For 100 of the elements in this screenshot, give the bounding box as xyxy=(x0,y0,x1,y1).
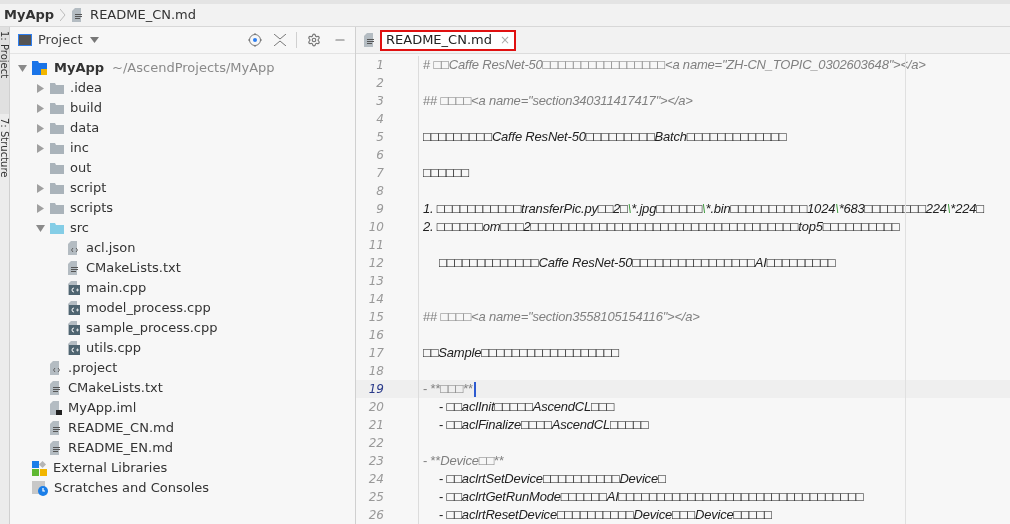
text-file-icon xyxy=(364,33,376,47)
module-folder-icon xyxy=(32,61,48,75)
tree-item[interactable]: model_process.cpp xyxy=(86,298,211,318)
cpp-file-icon xyxy=(68,341,80,355)
editor-tab[interactable]: README_CN.md × xyxy=(380,29,516,51)
folder-icon xyxy=(50,162,64,174)
module-file-icon xyxy=(50,401,62,415)
folder-icon xyxy=(50,222,64,234)
cpp-file-icon xyxy=(68,321,80,335)
tree-item[interactable]: script xyxy=(70,178,107,198)
folder-icon xyxy=(50,142,64,154)
text-file-icon xyxy=(50,421,62,435)
tree-item[interactable]: inc xyxy=(70,138,89,158)
line-number: 16 xyxy=(367,327,384,344)
cpp-file-icon xyxy=(68,301,80,315)
tree-item[interactable]: CMakeLists.txt xyxy=(86,258,181,278)
line-number: 26 xyxy=(367,507,384,524)
folder-icon xyxy=(50,202,64,214)
line-number: 15 xyxy=(367,309,384,326)
tree-item[interactable]: .idea xyxy=(70,78,102,98)
collapse-all-icon[interactable] xyxy=(274,34,286,46)
line-number: 18 xyxy=(367,363,384,380)
code-line: - □□aclrtResetDevice□□□□□□□□□□Device□□□Device□□□□□ xyxy=(438,506,772,524)
code-line: ## □□□□<a name="section3558105154116"></a> xyxy=(423,308,700,327)
collapsed-arrow-icon[interactable] xyxy=(35,83,45,93)
tree-item[interactable]: sample_process.cpp xyxy=(86,318,218,338)
line-number: 23 xyxy=(367,453,384,470)
chevron-right-icon xyxy=(60,9,67,21)
tree-item[interactable]: main.cpp xyxy=(86,278,147,298)
code-line: - □□aclrtGetRunMode□□□□□□AI□□□□□□□□□□□□□□□□□□□□□□□□□□□□□□□□ xyxy=(438,488,864,507)
breadcrumb-item[interactable]: MyApp xyxy=(4,5,55,25)
text-cursor xyxy=(473,381,476,397)
code-line: - **□□□** xyxy=(423,380,473,399)
breadcrumb-item[interactable]: README_CN.md xyxy=(90,5,197,25)
code-line: □□□□□□□□□□□□□Caffe ResNet-50□□□□□□□□□□□□□□□□AI□□□□□□□□□ xyxy=(438,254,836,273)
folder-icon xyxy=(50,122,64,134)
folder-icon xyxy=(50,182,64,194)
text-file-icon xyxy=(72,8,85,22)
tree-item[interactable]: README_CN.md xyxy=(68,418,174,438)
tree-item[interactable]: .project xyxy=(68,358,118,378)
collapsed-arrow-icon[interactable] xyxy=(35,103,45,113)
libraries-icon xyxy=(32,460,47,476)
tree-item[interactable]: External Libraries xyxy=(53,458,168,478)
code-line: □□□□□□□□□Caffe ResNet-50□□□□□□□□□Batch□□□□□□□□□□□□□ xyxy=(423,128,787,147)
line-number: 1 xyxy=(375,57,384,74)
line-number: 6 xyxy=(375,147,384,164)
scratches-icon xyxy=(32,480,48,496)
tree-item[interactable]: Scratches and Consoles xyxy=(54,478,210,498)
tree-item[interactable]: data xyxy=(70,118,100,138)
collapsed-arrow-icon[interactable] xyxy=(35,123,45,133)
expanded-arrow-icon[interactable] xyxy=(35,223,45,233)
line-number: 24 xyxy=(367,471,384,488)
line-number: 5 xyxy=(375,129,384,146)
panel-title[interactable]: Project xyxy=(38,30,83,50)
tree-item[interactable]: utils.cpp xyxy=(86,338,142,358)
tree-item[interactable]: src xyxy=(70,218,89,238)
tree-item[interactable]: MyApp.iml xyxy=(68,398,137,418)
expanded-arrow-icon[interactable] xyxy=(17,63,27,73)
json-file-icon xyxy=(50,361,62,375)
line-number: 7 xyxy=(375,165,384,182)
line-number: 10 xyxy=(367,219,384,236)
line-number: 19 xyxy=(367,381,384,398)
line-number: 11 xyxy=(367,237,384,254)
code-line: - □□aclInit□□□□□AscendCL□□□ xyxy=(438,398,615,417)
project-view-icon xyxy=(18,34,32,46)
line-number: 22 xyxy=(367,435,384,452)
tree-item[interactable]: out xyxy=(70,158,92,178)
tree-item[interactable]: build xyxy=(70,98,102,118)
collapsed-arrow-icon[interactable] xyxy=(35,143,45,153)
code-line: - **Device□□** xyxy=(423,452,504,471)
code-line: 2. □□□□□□om□□□2□□□□□□□□□□□□□□□□□□□□□□□□□□□□□□□□□□□top5□□□□□□□□□□ xyxy=(423,218,900,237)
code-line: - □□aclFinalize□□□□AscendCL□□□□□ xyxy=(438,416,649,435)
line-number: 3 xyxy=(375,93,384,110)
folder-icon xyxy=(50,82,64,94)
code-line: □□□□□□ xyxy=(423,164,469,183)
line-number: 21 xyxy=(367,417,384,434)
line-number: 9 xyxy=(375,201,384,218)
line-number: 13 xyxy=(367,273,384,290)
settings-icon[interactable] xyxy=(307,33,321,47)
cpp-file-icon xyxy=(68,281,80,295)
tree-item[interactable]: CMakeLists.txt xyxy=(68,378,163,398)
collapsed-arrow-icon[interactable] xyxy=(35,183,45,193)
line-number: 2 xyxy=(375,75,384,92)
tree-item[interactable]: README_EN.md xyxy=(68,438,174,458)
line-number: 25 xyxy=(367,489,384,506)
tree-item[interactable]: scripts xyxy=(70,198,113,218)
line-number: 12 xyxy=(367,255,384,272)
locate-icon[interactable] xyxy=(248,33,262,47)
line-number: 14 xyxy=(367,291,384,308)
line-number: 8 xyxy=(375,183,384,200)
tree-item[interactable]: acl.json xyxy=(86,238,136,258)
tree-item[interactable]: MyApp xyxy=(54,58,105,78)
text-file-icon xyxy=(68,261,80,275)
text-file-icon xyxy=(50,441,62,455)
code-line: 1. □□□□□□□□□□□transferPic.py□□2□\*.jpg□□□□□□\*.bin□□□□□□□□□□1024\*683□□□□□□□□224\*224□ xyxy=(423,200,984,219)
collapsed-arrow-icon[interactable] xyxy=(35,203,45,213)
dropdown-arrow-icon[interactable] xyxy=(90,37,100,43)
json-file-icon xyxy=(68,241,80,255)
project-path: ~/AscendProjects/MyApp xyxy=(112,59,275,78)
line-number: 20 xyxy=(367,399,384,416)
